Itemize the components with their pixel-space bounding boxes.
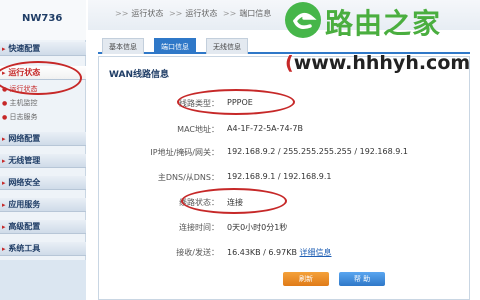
breadcrumb-item[interactable]: 运行状态: [185, 9, 217, 18]
main-content: >> 运行状态 >> 运行状态 >> 端口信息 基本信息 端口信息 无线信息 WAN线…: [88, 0, 480, 300]
chevron-right-icon: ▸: [2, 223, 6, 231]
rx-tx-label: 接收/发送：: [176, 248, 219, 257]
menu-label: 应用服务: [8, 200, 41, 209]
rx-tx-row: 16.43KB / 6.97KB 详细信息: [227, 247, 332, 258]
submenu-host-monitor[interactable]: ● 主机监控: [0, 98, 86, 109]
bullet-icon: ●: [2, 114, 8, 121]
submenu-label: 主机监控: [9, 99, 38, 107]
connect-time-label: 连接时间：: [179, 223, 219, 232]
chevron-right-icon: ▸: [2, 245, 6, 253]
annotation-ring: [181, 188, 287, 214]
dns-value: 192.168.9.1 / 192.168.9.1: [227, 172, 332, 181]
breadcrumb: >> 运行状态 >> 运行状态 >> 端口信息: [112, 8, 271, 19]
details-link[interactable]: 详细信息: [300, 248, 332, 257]
menu-advanced[interactable]: ▸ 高级配置: [0, 220, 86, 234]
chevron-right-icon: ▸: [2, 157, 6, 165]
menu-label: 无线管理: [8, 156, 41, 165]
refresh-button[interactable]: 刷新: [283, 272, 329, 286]
ip-mask-gateway-value: 192.168.9.2 / 255.255.255.255 / 192.168.…: [227, 147, 408, 156]
breadcrumb-item[interactable]: 运行状态: [131, 9, 163, 18]
menu-label: 网络配置: [8, 134, 41, 143]
breadcrumb-separator: >>: [222, 9, 237, 18]
tab-port-info[interactable]: 端口信息: [154, 38, 196, 54]
watermark-url: (www.hhhyh.com: [285, 52, 470, 74]
router-model: NW736: [0, 0, 86, 40]
ip-mask-gateway-label: IP地址/掩码/网关：: [150, 148, 219, 157]
watermark-logo-icon: [285, 2, 321, 38]
rx-tx-value: 16.43KB / 6.97KB: [227, 248, 297, 257]
menu-wireless[interactable]: ▸ 无线管理: [0, 154, 86, 168]
chevron-right-icon: ▸: [2, 179, 6, 187]
mac-address-value: A4-1F-72-5A-74-7B: [227, 124, 304, 133]
breadcrumb-item: 端口信息: [239, 9, 272, 18]
tab-basic-info[interactable]: 基本信息: [102, 38, 144, 54]
annotation-ring: [177, 89, 295, 115]
chevron-right-icon: ▸: [2, 201, 6, 209]
sidebar-footer: [0, 260, 86, 300]
menu-label: 高级配置: [8, 222, 41, 231]
help-button[interactable]: 帮 助: [339, 272, 385, 286]
menu-label: 快速配置: [8, 44, 41, 53]
submenu-log-service[interactable]: ● 日志服务: [0, 112, 86, 123]
tab-wireless-info[interactable]: 无线信息: [206, 38, 248, 54]
menu-network-security[interactable]: ▸ 网络安全: [0, 176, 86, 190]
chevron-right-icon: ▸: [2, 45, 6, 53]
mac-address-label: MAC地址：: [177, 125, 219, 134]
watermark-url-text: www.hhhyh.com: [293, 52, 471, 74]
breadcrumb-separator: >>: [115, 9, 129, 18]
panel-title: WAN线路信息: [109, 70, 170, 80]
menu-quick-setup[interactable]: ▸ 快速配置: [0, 42, 86, 56]
menu-system-tools[interactable]: ▸ 系统工具: [0, 242, 86, 256]
menu-label: 网络安全: [8, 178, 41, 187]
menu-label: 系统工具: [8, 244, 41, 253]
chevron-right-icon: ▸: [2, 135, 6, 143]
menu-app-services[interactable]: ▸ 应用服务: [0, 198, 86, 212]
dns-label: 主DNS/从DNS：: [157, 173, 219, 182]
menu-network-config[interactable]: ▸ 网络配置: [0, 132, 86, 146]
breadcrumb-separator: >>: [168, 9, 183, 18]
sidebar: NW736 ▸ 快速配置 ▸ 运行状态 ● 运行状态 ● 主机监控 ● 日志服务…: [0, 0, 86, 300]
submenu-label: 日志服务: [9, 113, 38, 121]
bullet-icon: ●: [2, 100, 8, 107]
connect-time-value: 0天0小时0分1秒: [227, 223, 288, 232]
watermark-title: 路由之家: [325, 7, 442, 40]
wan-info-panel: WAN线路信息 线路类型： PPPOE MAC地址： A4-1F-72-5A-7…: [98, 56, 470, 300]
watermark-paren: (: [285, 52, 294, 74]
